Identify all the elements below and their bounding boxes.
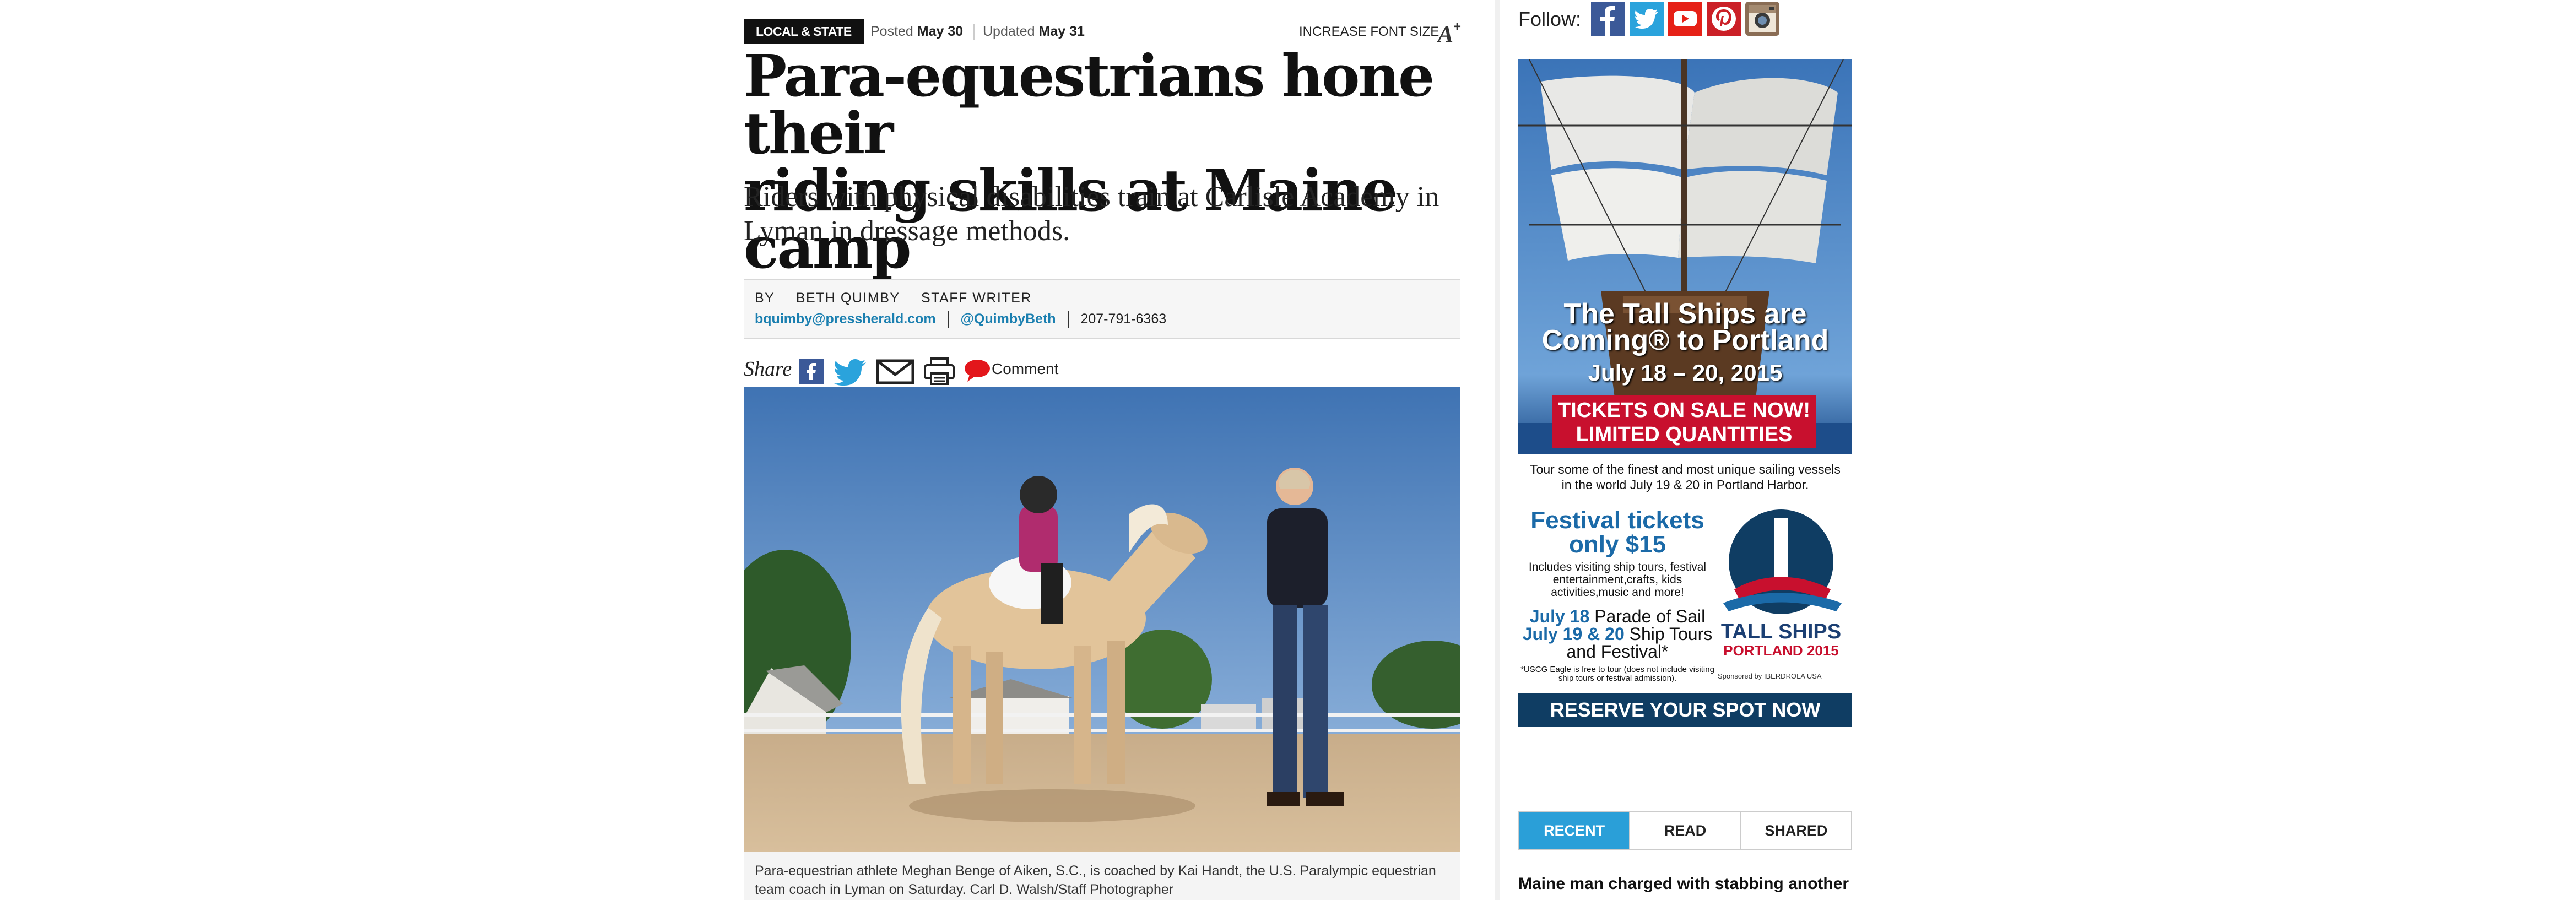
ad-logo-subtext: PORTLAND 2015	[1723, 642, 1839, 659]
increase-font-size-button[interactable]: INCREASE FONT SIZE A +	[1299, 19, 1461, 45]
svg-text:A: A	[1437, 22, 1453, 45]
ad-festival-text: and Festival*	[1566, 642, 1669, 662]
photo-caption-box: Para-equestrian athlete Meghan Benge of …	[744, 852, 1460, 900]
ad-festival-line-1: Festival tickets	[1530, 507, 1704, 534]
ad-dates: July 18 – 20, 2015	[1588, 360, 1783, 386]
sidebar: Follow: The Tall Ships are Coming® to Po…	[1518, 0, 1854, 900]
column-divider	[1495, 0, 1500, 900]
posted-label: Posted	[870, 24, 913, 39]
print-icon[interactable]	[923, 357, 955, 386]
headline-line-1: Para-equestrians hone their	[744, 42, 1435, 167]
article-photo[interactable]	[744, 387, 1460, 852]
byline-separator	[1067, 311, 1069, 328]
posted-value: May 30	[917, 24, 964, 39]
svg-text:+: +	[1453, 20, 1461, 34]
increase-font-size-label: INCREASE FONT SIZE	[1299, 24, 1439, 39]
ad-parade-date: July 18	[1529, 606, 1590, 626]
article: LOCAL & STATE Posted May 30 Updated May …	[744, 0, 1461, 900]
ad-schedule: July 18 Parade of Sail July 19 & 20 Ship…	[1518, 608, 1717, 660]
twitter-follow-icon[interactable]	[1630, 2, 1664, 36]
ad-festival-heading: Festival tickets only $15	[1518, 508, 1717, 557]
tab-read[interactable]: READ	[1630, 812, 1741, 849]
section-tag[interactable]: LOCAL & STATE	[744, 19, 864, 44]
byline-by: BY	[755, 290, 775, 306]
meta-divider	[973, 24, 975, 40]
ad-festival-line-2: only $15	[1568, 531, 1666, 558]
ad-tours-text: Ship Tours	[1629, 624, 1713, 644]
reserve-spot-button[interactable]: RESERVE YOUR SPOT NOW	[1518, 693, 1852, 727]
font-size-icon[interactable]: A +	[1437, 20, 1465, 45]
photo-caption: Para-equestrian athlete Meghan Benge of …	[755, 863, 1436, 897]
share-label: Share	[744, 357, 792, 381]
comment-icon[interactable]	[964, 359, 991, 382]
follow-label: Follow:	[1518, 8, 1582, 30]
tab-shared[interactable]: SHARED	[1741, 812, 1851, 849]
twitter-icon[interactable]	[834, 359, 867, 386]
email-icon[interactable]	[876, 358, 914, 386]
ad-parade-text: Parade of Sail	[1594, 606, 1706, 626]
facebook-icon[interactable]	[799, 359, 824, 384]
ad-fine-print: *USCG Eagle is free to tour (does not in…	[1520, 665, 1714, 683]
tab-recent[interactable]: RECENT	[1519, 812, 1631, 849]
author-phone: 207-791-6363	[1080, 311, 1167, 327]
ad-sale-line-1: TICKETS ON SALE NOW!	[1557, 399, 1811, 422]
byline-author[interactable]: BETH QUIMBY	[796, 290, 900, 306]
byline-role: STAFF WRITER	[921, 290, 1032, 306]
updated-date: Updated May 31	[983, 19, 1085, 44]
ad-title-line-2: Coming® to Portland	[1541, 324, 1829, 356]
ad-title: The Tall Ships are Coming® to Portland	[1518, 300, 1852, 356]
tall-ships-advertisement[interactable]: The Tall Ships are Coming® to Portland J…	[1518, 59, 1852, 727]
ad-includes-text: Includes visiting ship tours, festival e…	[1528, 561, 1707, 599]
ad-tours-date: July 19 & 20	[1522, 624, 1625, 644]
byline-contact-row: bquimby@pressherald.com @QuimbyBeth 207-…	[755, 311, 1166, 328]
recent-story-link[interactable]: Maine man charged with stabbing another	[1518, 875, 1852, 893]
popular-stories-tabs: RECENT READ SHARED	[1518, 811, 1852, 850]
facebook-follow-icon[interactable]	[1591, 2, 1625, 36]
author-twitter-link[interactable]: @QuimbyBeth	[961, 311, 1056, 327]
article-meta-bar: LOCAL & STATE Posted May 30 Updated May …	[744, 19, 1461, 45]
ad-tour-text: Tour some of the finest and most unique …	[1530, 462, 1841, 492]
pinterest-follow-icon[interactable]	[1707, 2, 1741, 36]
byline-separator	[947, 311, 949, 328]
ad-ship-image	[1518, 59, 1852, 454]
article-subhead: Riders with physical disabilities train …	[744, 181, 1439, 247]
posted-date: Posted May 30	[870, 19, 963, 44]
instagram-follow-icon[interactable]	[1745, 2, 1779, 36]
ad-sponsor: Sponsored by IBERDROLA USA	[1718, 672, 1822, 680]
comment-link[interactable]: Comment	[992, 360, 1058, 378]
byline-author-row: BY BETH QUIMBY STAFF WRITER	[755, 290, 1048, 306]
updated-label: Updated	[983, 24, 1035, 39]
youtube-follow-icon[interactable]	[1668, 2, 1702, 36]
ad-logo-text: TALL SHIPS	[1720, 620, 1842, 643]
author-email-link[interactable]: bquimby@pressherald.com	[755, 311, 936, 327]
share-bar: Share Comment	[744, 353, 1184, 386]
ad-sale-banner: TICKETS ON SALE NOW! LIMITED QUANTITIES	[1552, 395, 1816, 448]
updated-value: May 31	[1038, 24, 1085, 39]
byline-box: BY BETH QUIMBY STAFF WRITER bquimby@pres…	[744, 279, 1460, 339]
ad-sale-line-2: LIMITED QUANTITIES	[1576, 423, 1793, 446]
